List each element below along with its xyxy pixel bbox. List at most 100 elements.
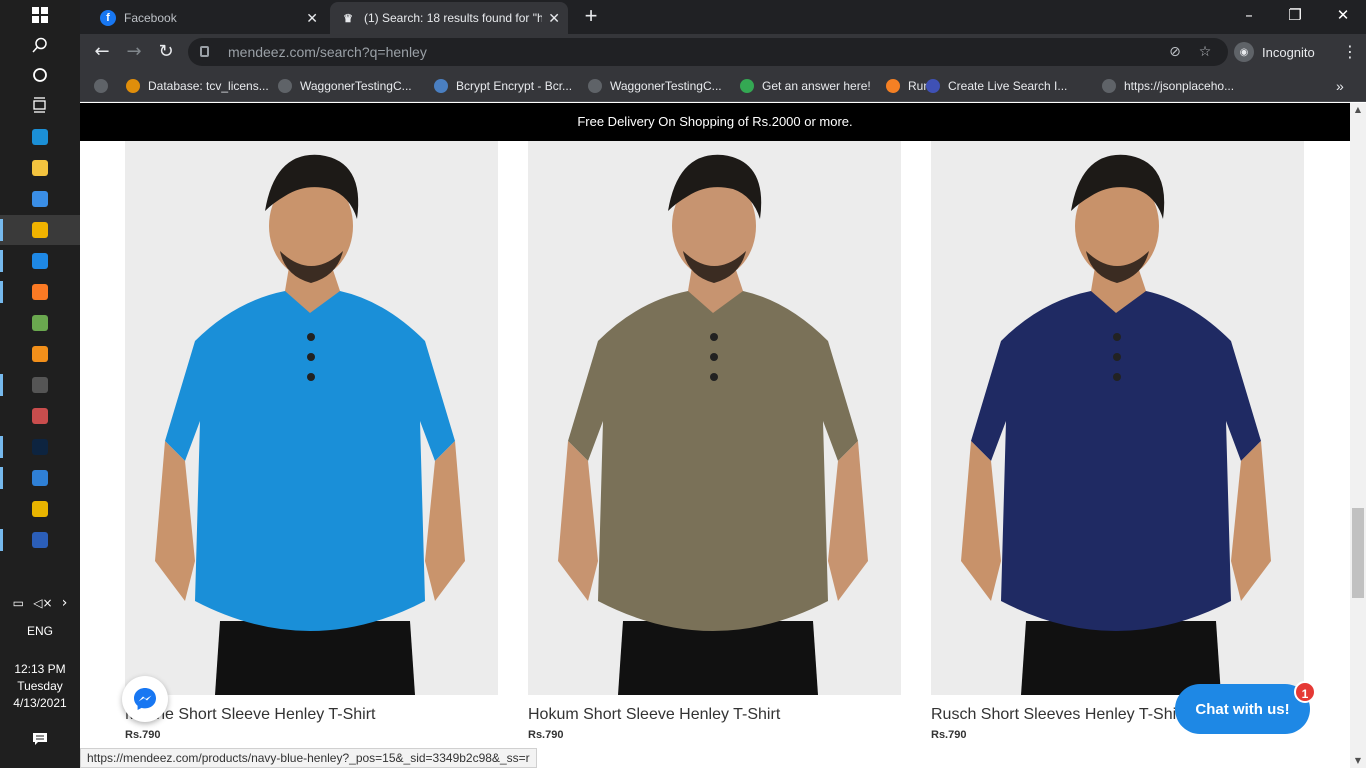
chrome-menu-button[interactable]: ⋮ (1342, 42, 1358, 61)
taskbar-app-word[interactable] (0, 525, 80, 555)
incognito-icon: ◉ (1234, 42, 1254, 62)
app-icon (32, 284, 48, 300)
app-icon (32, 222, 48, 238)
green-icon (740, 79, 754, 93)
forward-button[interactable]: → (122, 40, 146, 64)
product-image[interactable] (125, 141, 498, 695)
taskbar-app-git[interactable] (0, 308, 80, 338)
taskbar-app-google-chrome[interactable] (0, 215, 80, 245)
facebook-icon: f (100, 10, 116, 26)
taskbar-app-sublime-text[interactable] (0, 339, 80, 369)
taskbar-app-microsoft-store[interactable] (0, 184, 80, 214)
app-icon (32, 501, 48, 517)
chat-with-us-button[interactable]: Chat with us! (1175, 684, 1310, 734)
running-indicator (0, 281, 3, 303)
cortana-button[interactable] (0, 60, 80, 90)
tray-expand-icon[interactable]: › (62, 595, 68, 611)
incognito-profile-button[interactable]: ◉ Incognito (1234, 40, 1315, 64)
close-tab-icon[interactable]: ✕ (306, 10, 318, 27)
running-indicator (0, 529, 3, 551)
globe-icon (588, 79, 602, 93)
new-tab-button[interactable]: + (578, 4, 604, 30)
api-icon (1102, 79, 1116, 93)
product-price: Rs.790 (931, 729, 967, 741)
gear-icon (434, 79, 448, 93)
tab-title: Facebook (124, 11, 177, 25)
bookmark-item[interactable]: Run (886, 76, 930, 96)
task-view-button[interactable] (0, 90, 80, 120)
promo-banner: Free Delivery On Shopping of Rs.2000 or … (80, 103, 1350, 141)
bookmark-item[interactable]: WaggonerTestingC... (588, 76, 722, 96)
close-tab-icon[interactable]: ✕ (548, 10, 560, 27)
taskbar-app-xampp[interactable] (0, 277, 80, 307)
search-button[interactable] (0, 30, 80, 60)
running-indicator (0, 436, 3, 458)
bookmark-label: WaggonerTestingC... (300, 79, 412, 93)
reload-button[interactable]: ↻ (154, 40, 178, 64)
bookmark-label: Create Live Search I... (948, 79, 1068, 93)
taskbar-app-file-explorer[interactable] (0, 153, 80, 183)
product-image[interactable] (528, 141, 901, 695)
taskbar-app-slack[interactable] (0, 494, 80, 524)
lock-icon[interactable] (200, 46, 209, 57)
tab-title: (1) Search: 18 results found for "h (364, 11, 542, 25)
app-icon (32, 191, 48, 207)
tracking-blocked-icon[interactable]: ⊘ (1166, 43, 1184, 61)
messenger-icon (134, 688, 156, 710)
mendeez-logo-icon: ♛ (343, 12, 353, 25)
link-status-bar: https://mendeez.com/products/navy-blue-h… (80, 748, 537, 768)
product-title[interactable]: Hokum Short Sleeve Henley T-Shirt (528, 706, 780, 724)
start-button[interactable] (0, 0, 80, 30)
bookmark-item[interactable]: WaggonerTestingC... (278, 76, 412, 96)
bookmark-item[interactable]: Bcrypt Encrypt - Bcr... (434, 76, 572, 96)
product-price: Rs.790 (125, 729, 161, 741)
app-icon (32, 160, 48, 176)
bookmark-item[interactable]: https://jsonplaceho... (1102, 76, 1234, 96)
tab-search[interactable]: ♛ (1) Search: 18 results found for "h ✕ (330, 2, 568, 34)
more-bookmarks-button[interactable]: » (1336, 76, 1344, 96)
taskbar-app-photoshop[interactable] (0, 432, 80, 462)
cortana-icon (33, 68, 47, 82)
clock-time[interactable]: 12:13 PM (0, 661, 80, 678)
volume-muted-icon[interactable]: ◁× (33, 596, 52, 610)
bookmark-star-icon[interactable]: ☆ (1196, 43, 1214, 61)
back-button[interactable]: ← (90, 40, 114, 64)
browser-toolbar: ← → ↻ mendeez.com/search?q=henley ⊘ ☆ ◉ … (80, 34, 1366, 70)
app-icon (32, 439, 48, 455)
messenger-button[interactable] (122, 676, 168, 722)
scrollbar-thumb[interactable] (1352, 508, 1364, 598)
taskbar-app-mail[interactable] (0, 246, 80, 276)
running-indicator (0, 250, 3, 272)
close-window-button[interactable]: ✕ (1320, 0, 1366, 30)
app-icon (32, 315, 48, 331)
globe-icon (94, 79, 108, 93)
page-scrollbar[interactable]: ▲ ▼ (1350, 103, 1366, 768)
bookmark-item[interactable] (94, 76, 116, 96)
taskbar-app-command-prompt[interactable] (0, 370, 80, 400)
action-center-button[interactable] (0, 724, 80, 754)
app-icon (32, 532, 48, 548)
clock-date[interactable]: 4/13/2021 (0, 695, 80, 712)
input-language[interactable]: ENG (0, 623, 80, 640)
bookmark-item[interactable]: Get an answer here! (740, 76, 871, 96)
restore-button[interactable]: ❐ (1272, 0, 1318, 30)
browser-tab-strip: f Facebook ✕ ♛ (1) Search: 18 results fo… (80, 0, 1366, 34)
taskbar-app-microsoft-edge[interactable] (0, 122, 80, 152)
app-icon (32, 470, 48, 486)
bookmark-item[interactable]: Create Live Search I... (926, 76, 1067, 96)
taskbar-app-paint[interactable] (0, 401, 80, 431)
product-image[interactable] (931, 141, 1304, 695)
clock-day[interactable]: Tuesday (0, 678, 80, 695)
address-bar[interactable]: mendeez.com/search?q=henley ⊘ ☆ (188, 38, 1228, 66)
minimize-button[interactable]: – (1226, 0, 1272, 30)
product-price: Rs.790 (528, 729, 564, 741)
taskbar-app-vs-code[interactable] (0, 463, 80, 493)
battery-icon[interactable]: ▭ (13, 596, 24, 610)
tab-facebook[interactable]: f Facebook ✕ (90, 2, 326, 34)
task-view-icon (33, 97, 46, 113)
product-title[interactable]: Rusch Short Sleeves Henley T-Shirt (931, 706, 1186, 724)
cloud-icon (926, 79, 940, 93)
bookmark-item[interactable]: Database: tcv_licens... (126, 76, 269, 96)
scroll-down-icon[interactable]: ▼ (1350, 754, 1366, 768)
scroll-up-icon[interactable]: ▲ (1350, 103, 1366, 117)
